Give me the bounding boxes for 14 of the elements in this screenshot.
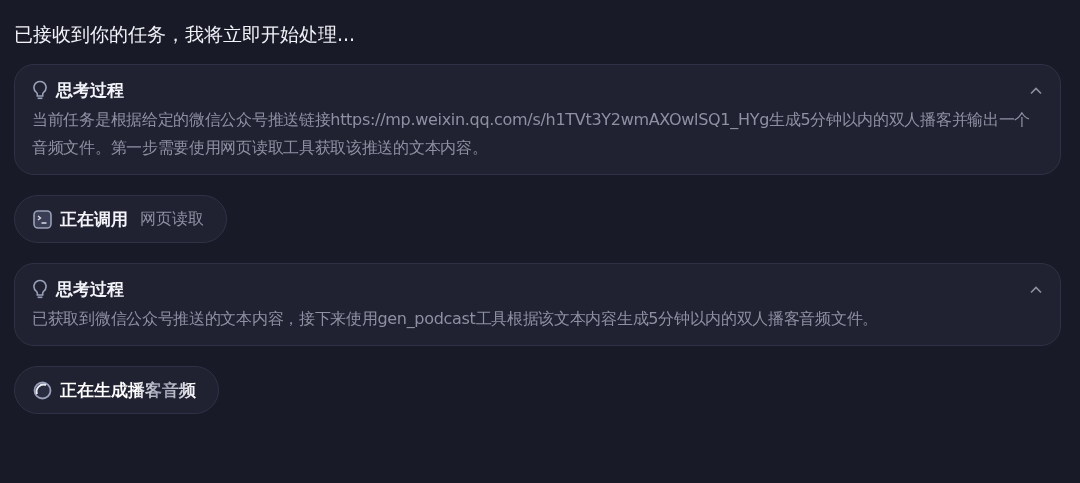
thought-title: 思考过程 bbox=[56, 78, 124, 102]
status-label: 正在生成播客音频 bbox=[60, 378, 196, 402]
message-text: 已接收到你的任务，我将立即开始处理... bbox=[14, 22, 356, 47]
thought-text: 已获取到微信公众号推送的文本内容，接下来使用gen_podcast工具根据该文本内容生成5分钟以内的双人播客音频文件。 bbox=[32, 308, 879, 330]
chevron-up-icon[interactable] bbox=[1029, 85, 1043, 95]
loading-spinner-icon bbox=[33, 380, 52, 400]
lightbulb-icon bbox=[32, 80, 48, 100]
terminal-icon bbox=[33, 209, 52, 229]
chevron-up-icon[interactable] bbox=[1029, 284, 1043, 294]
thought-title: 思考过程 bbox=[56, 277, 124, 301]
lightbulb-icon bbox=[32, 279, 48, 299]
thought-text: 当前任务是根据给定的微信公众号推送链接https://mp.weixin.qq.com/s/h1TVt3Y2wmAXOwlSQ1_HYg生成5分钟以内的双人播客并输出一个音频文件。第一步需要使用网页读取工具获取该推送的文本内容。 bbox=[32, 109, 1032, 159]
status-label: 正在调用 bbox=[60, 207, 128, 231]
tool-name: 网页读取 bbox=[140, 208, 204, 230]
